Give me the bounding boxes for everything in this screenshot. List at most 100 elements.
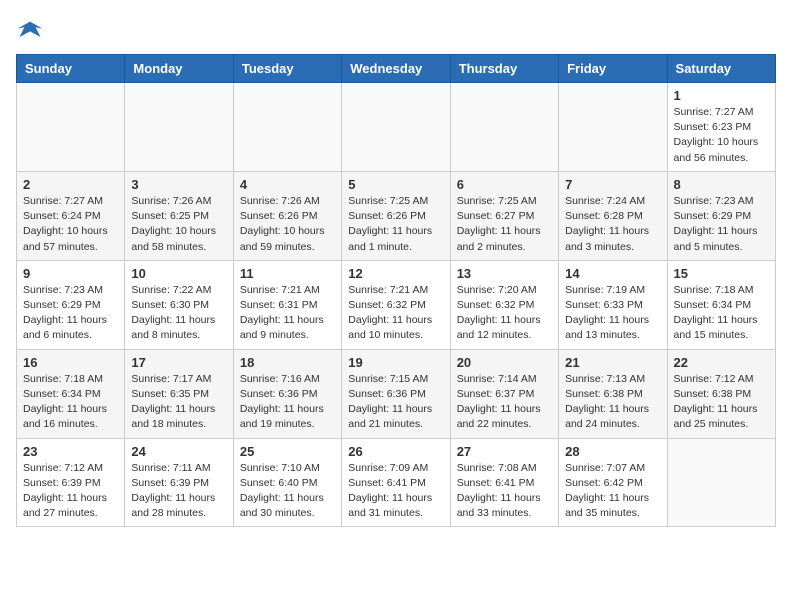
day-info: Sunrise: 7:23 AM Sunset: 6:29 PM Dayligh… [23, 283, 118, 344]
day-number: 25 [240, 444, 335, 459]
calendar-week-3: 9 Sunrise: 7:23 AM Sunset: 6:29 PM Daylig… [17, 260, 776, 349]
logo [16, 16, 48, 44]
page-header [16, 16, 776, 44]
day-info: Sunrise: 7:10 AM Sunset: 6:40 PM Dayligh… [240, 461, 335, 522]
day-number: 19 [348, 355, 443, 370]
calendar-cell: 16 Sunrise: 7:18 AM Sunset: 6:34 PM Dayli… [17, 349, 125, 438]
day-number: 12 [348, 266, 443, 281]
day-info: Sunrise: 7:27 AM Sunset: 6:24 PM Dayligh… [23, 194, 118, 255]
day-info: Sunrise: 7:07 AM Sunset: 6:42 PM Dayligh… [565, 461, 660, 522]
calendar-cell: 14 Sunrise: 7:19 AM Sunset: 6:33 PM Dayli… [559, 260, 667, 349]
day-info: Sunrise: 7:21 AM Sunset: 6:32 PM Dayligh… [348, 283, 443, 344]
day-number: 7 [565, 177, 660, 192]
calendar-cell: 28Sunrise: 7:07 AM Sunset: 6:42 PM Dayli… [559, 438, 667, 527]
calendar-cell: 21 Sunrise: 7:13 AM Sunset: 6:38 PM Dayli… [559, 349, 667, 438]
calendar-header-saturday: Saturday [667, 55, 775, 83]
calendar-cell: 20 Sunrise: 7:14 AM Sunset: 6:37 PM Dayli… [450, 349, 558, 438]
calendar-cell: 17 Sunrise: 7:17 AM Sunset: 6:35 PM Dayli… [125, 349, 233, 438]
calendar-cell: 24 Sunrise: 7:11 AM Sunset: 6:39 PM Dayli… [125, 438, 233, 527]
day-number: 5 [348, 177, 443, 192]
calendar-cell: 25 Sunrise: 7:10 AM Sunset: 6:40 PM Dayli… [233, 438, 341, 527]
day-info: Sunrise: 7:12 AM Sunset: 6:39 PM Dayligh… [23, 461, 118, 522]
day-info: Sunrise: 7:25 AM Sunset: 6:27 PM Dayligh… [457, 194, 552, 255]
calendar-cell: 18 Sunrise: 7:16 AM Sunset: 6:36 PM Dayli… [233, 349, 341, 438]
day-number: 8 [674, 177, 769, 192]
calendar-cell: 11 Sunrise: 7:21 AM Sunset: 6:31 PM Dayli… [233, 260, 341, 349]
calendar-header-wednesday: Wednesday [342, 55, 450, 83]
day-number: 2 [23, 177, 118, 192]
day-number: 27 [457, 444, 552, 459]
calendar-cell: 5 Sunrise: 7:25 AM Sunset: 6:26 PM Daylig… [342, 171, 450, 260]
day-info: Sunrise: 7:18 AM Sunset: 6:34 PM Dayligh… [23, 372, 118, 433]
calendar-cell: 4 Sunrise: 7:26 AM Sunset: 6:26 PM Daylig… [233, 171, 341, 260]
calendar-table: SundayMondayTuesdayWednesdayThursdayFrid… [16, 54, 776, 527]
calendar-cell: 15 Sunrise: 7:18 AM Sunset: 6:34 PM Dayli… [667, 260, 775, 349]
day-info: Sunrise: 7:19 AM Sunset: 6:33 PM Dayligh… [565, 283, 660, 344]
day-number: 23 [23, 444, 118, 459]
calendar-cell: 27 Sunrise: 7:08 AM Sunset: 6:41 PM Dayli… [450, 438, 558, 527]
calendar-cell: 26 Sunrise: 7:09 AM Sunset: 6:41 PM Dayli… [342, 438, 450, 527]
calendar-cell: 8 Sunrise: 7:23 AM Sunset: 6:29 PM Daylig… [667, 171, 775, 260]
day-info: Sunrise: 7:11 AM Sunset: 6:39 PM Dayligh… [131, 461, 226, 522]
calendar-cell [450, 83, 558, 172]
day-info: Sunrise: 7:14 AM Sunset: 6:37 PM Dayligh… [457, 372, 552, 433]
day-info: Sunrise: 7:17 AM Sunset: 6:35 PM Dayligh… [131, 372, 226, 433]
calendar-week-5: 23 Sunrise: 7:12 AM Sunset: 6:39 PM Dayli… [17, 438, 776, 527]
day-number: 14 [565, 266, 660, 281]
day-info: Sunrise: 7:13 AM Sunset: 6:38 PM Dayligh… [565, 372, 660, 433]
calendar-header-monday: Monday [125, 55, 233, 83]
day-info: Sunrise: 7:26 AM Sunset: 6:25 PM Dayligh… [131, 194, 226, 255]
logo-bird-icon [16, 16, 44, 44]
calendar-week-4: 16 Sunrise: 7:18 AM Sunset: 6:34 PM Dayli… [17, 349, 776, 438]
calendar-cell: 7 Sunrise: 7:24 AM Sunset: 6:28 PM Daylig… [559, 171, 667, 260]
calendar-cell: 12 Sunrise: 7:21 AM Sunset: 6:32 PM Dayli… [342, 260, 450, 349]
calendar-cell: 6 Sunrise: 7:25 AM Sunset: 6:27 PM Daylig… [450, 171, 558, 260]
day-info: Sunrise: 7:16 AM Sunset: 6:36 PM Dayligh… [240, 372, 335, 433]
day-number: 4 [240, 177, 335, 192]
day-number: 24 [131, 444, 226, 459]
day-number: 15 [674, 266, 769, 281]
calendar-week-1: 1 Sunrise: 7:27 AM Sunset: 6:23 PM Daylig… [17, 83, 776, 172]
calendar-cell [667, 438, 775, 527]
day-number: 1 [674, 88, 769, 103]
day-number: 6 [457, 177, 552, 192]
day-number: 16 [23, 355, 118, 370]
day-number: 18 [240, 355, 335, 370]
calendar-cell: 22 Sunrise: 7:12 AM Sunset: 6:38 PM Dayli… [667, 349, 775, 438]
calendar-header-friday: Friday [559, 55, 667, 83]
day-number: 26 [348, 444, 443, 459]
day-info: Sunrise: 7:25 AM Sunset: 6:26 PM Dayligh… [348, 194, 443, 255]
calendar-week-2: 2 Sunrise: 7:27 AM Sunset: 6:24 PM Daylig… [17, 171, 776, 260]
day-info: Sunrise: 7:08 AM Sunset: 6:41 PM Dayligh… [457, 461, 552, 522]
calendar-cell [125, 83, 233, 172]
day-number: 3 [131, 177, 226, 192]
day-info: Sunrise: 7:12 AM Sunset: 6:38 PM Dayligh… [674, 372, 769, 433]
day-info: Sunrise: 7:21 AM Sunset: 6:31 PM Dayligh… [240, 283, 335, 344]
calendar-cell [233, 83, 341, 172]
calendar-header-thursday: Thursday [450, 55, 558, 83]
calendar-cell: 2 Sunrise: 7:27 AM Sunset: 6:24 PM Daylig… [17, 171, 125, 260]
calendar-cell: 23 Sunrise: 7:12 AM Sunset: 6:39 PM Dayli… [17, 438, 125, 527]
calendar-cell: 19 Sunrise: 7:15 AM Sunset: 6:36 PM Dayli… [342, 349, 450, 438]
calendar-cell: 13Sunrise: 7:20 AM Sunset: 6:32 PM Dayli… [450, 260, 558, 349]
day-number: 9 [23, 266, 118, 281]
day-info: Sunrise: 7:24 AM Sunset: 6:28 PM Dayligh… [565, 194, 660, 255]
day-info: Sunrise: 7:18 AM Sunset: 6:34 PM Dayligh… [674, 283, 769, 344]
day-info: Sunrise: 7:23 AM Sunset: 6:29 PM Dayligh… [674, 194, 769, 255]
day-number: 10 [131, 266, 226, 281]
calendar-header-sunday: Sunday [17, 55, 125, 83]
calendar-header-tuesday: Tuesday [233, 55, 341, 83]
day-info: Sunrise: 7:27 AM Sunset: 6:23 PM Dayligh… [674, 105, 769, 166]
day-number: 21 [565, 355, 660, 370]
day-info: Sunrise: 7:26 AM Sunset: 6:26 PM Dayligh… [240, 194, 335, 255]
day-info: Sunrise: 7:09 AM Sunset: 6:41 PM Dayligh… [348, 461, 443, 522]
day-info: Sunrise: 7:15 AM Sunset: 6:36 PM Dayligh… [348, 372, 443, 433]
calendar-cell [342, 83, 450, 172]
day-info: Sunrise: 7:20 AM Sunset: 6:32 PM Dayligh… [457, 283, 552, 344]
day-number: 17 [131, 355, 226, 370]
calendar-cell: 10Sunrise: 7:22 AM Sunset: 6:30 PM Dayli… [125, 260, 233, 349]
day-number: 22 [674, 355, 769, 370]
day-number: 11 [240, 266, 335, 281]
day-number: 20 [457, 355, 552, 370]
calendar-header-row: SundayMondayTuesdayWednesdayThursdayFrid… [17, 55, 776, 83]
